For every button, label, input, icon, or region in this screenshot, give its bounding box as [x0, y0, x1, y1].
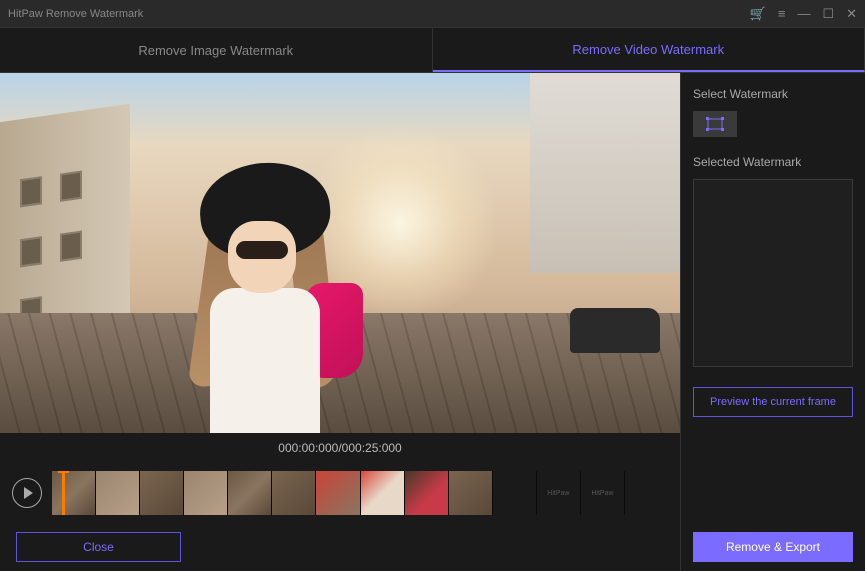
tab-video-watermark[interactable]: Remove Video Watermark	[433, 28, 865, 72]
timeline-thumb	[140, 471, 183, 515]
timeline-thumb	[52, 471, 95, 515]
titlebar: HitPaw Remove Watermark 🛒 ≡ — ☐ ✕	[0, 0, 865, 28]
right-panel: Select Watermark Selected Watermark Prev…	[681, 73, 865, 511]
menu-icon[interactable]: ≡	[778, 6, 786, 21]
timeline-thumb: HitPaw	[581, 471, 624, 515]
main-tabs: Remove Image Watermark Remove Video Wate…	[0, 28, 865, 73]
timeline-thumb	[449, 471, 492, 515]
minimize-icon[interactable]: —	[797, 6, 810, 21]
video-preview[interactable]	[0, 73, 680, 433]
timeline-thumb	[184, 471, 227, 515]
play-button[interactable]	[12, 478, 42, 508]
remove-export-button[interactable]: Remove & Export	[693, 532, 853, 562]
cart-icon[interactable]: 🛒	[750, 6, 766, 22]
timeline-thumb	[625, 471, 668, 515]
timeline-thumb	[361, 471, 404, 515]
timeline-thumb	[96, 471, 139, 515]
preview-frame-button[interactable]: Preview the current frame	[693, 387, 853, 417]
timeline-thumb	[493, 471, 536, 515]
timeline-thumb	[228, 471, 271, 515]
timeline-thumb	[272, 471, 315, 515]
timeline-thumb: HitPaw	[537, 471, 580, 515]
main-content: 000:00:000 / 000:25:000 HitPaw HitPa	[0, 73, 865, 571]
select-watermark-label: Select Watermark	[693, 87, 853, 101]
selected-watermark-list	[693, 179, 853, 367]
selected-watermark-label: Selected Watermark	[693, 155, 853, 169]
time-display: 000:00:000 / 000:25:000	[0, 433, 680, 463]
app-title: HitPaw Remove Watermark	[8, 8, 143, 20]
export-row: Remove & Export	[681, 523, 865, 571]
timeline-thumb	[405, 471, 448, 515]
timeline-area: HitPaw HitPaw	[0, 463, 680, 523]
window-controls: 🛒 ≡ — ☐ ✕	[750, 6, 857, 22]
maximize-icon[interactable]: ☐	[822, 6, 834, 22]
selection-rect-icon	[706, 117, 724, 131]
video-panel: 000:00:000 / 000:25:000 HitPaw HitPa	[0, 73, 681, 571]
play-icon	[24, 487, 33, 499]
timeline[interactable]: HitPaw HitPaw	[52, 471, 668, 515]
bottom-button-row: Close	[0, 523, 680, 571]
current-time: 000:00:000	[278, 441, 338, 455]
total-time: 000:25:000	[342, 441, 402, 455]
selection-tool-button[interactable]	[693, 111, 737, 137]
timeline-thumb	[316, 471, 359, 515]
close-button[interactable]: Close	[16, 532, 181, 562]
playhead[interactable]	[62, 471, 65, 515]
close-icon[interactable]: ✕	[846, 6, 857, 22]
tab-image-watermark[interactable]: Remove Image Watermark	[0, 28, 433, 72]
